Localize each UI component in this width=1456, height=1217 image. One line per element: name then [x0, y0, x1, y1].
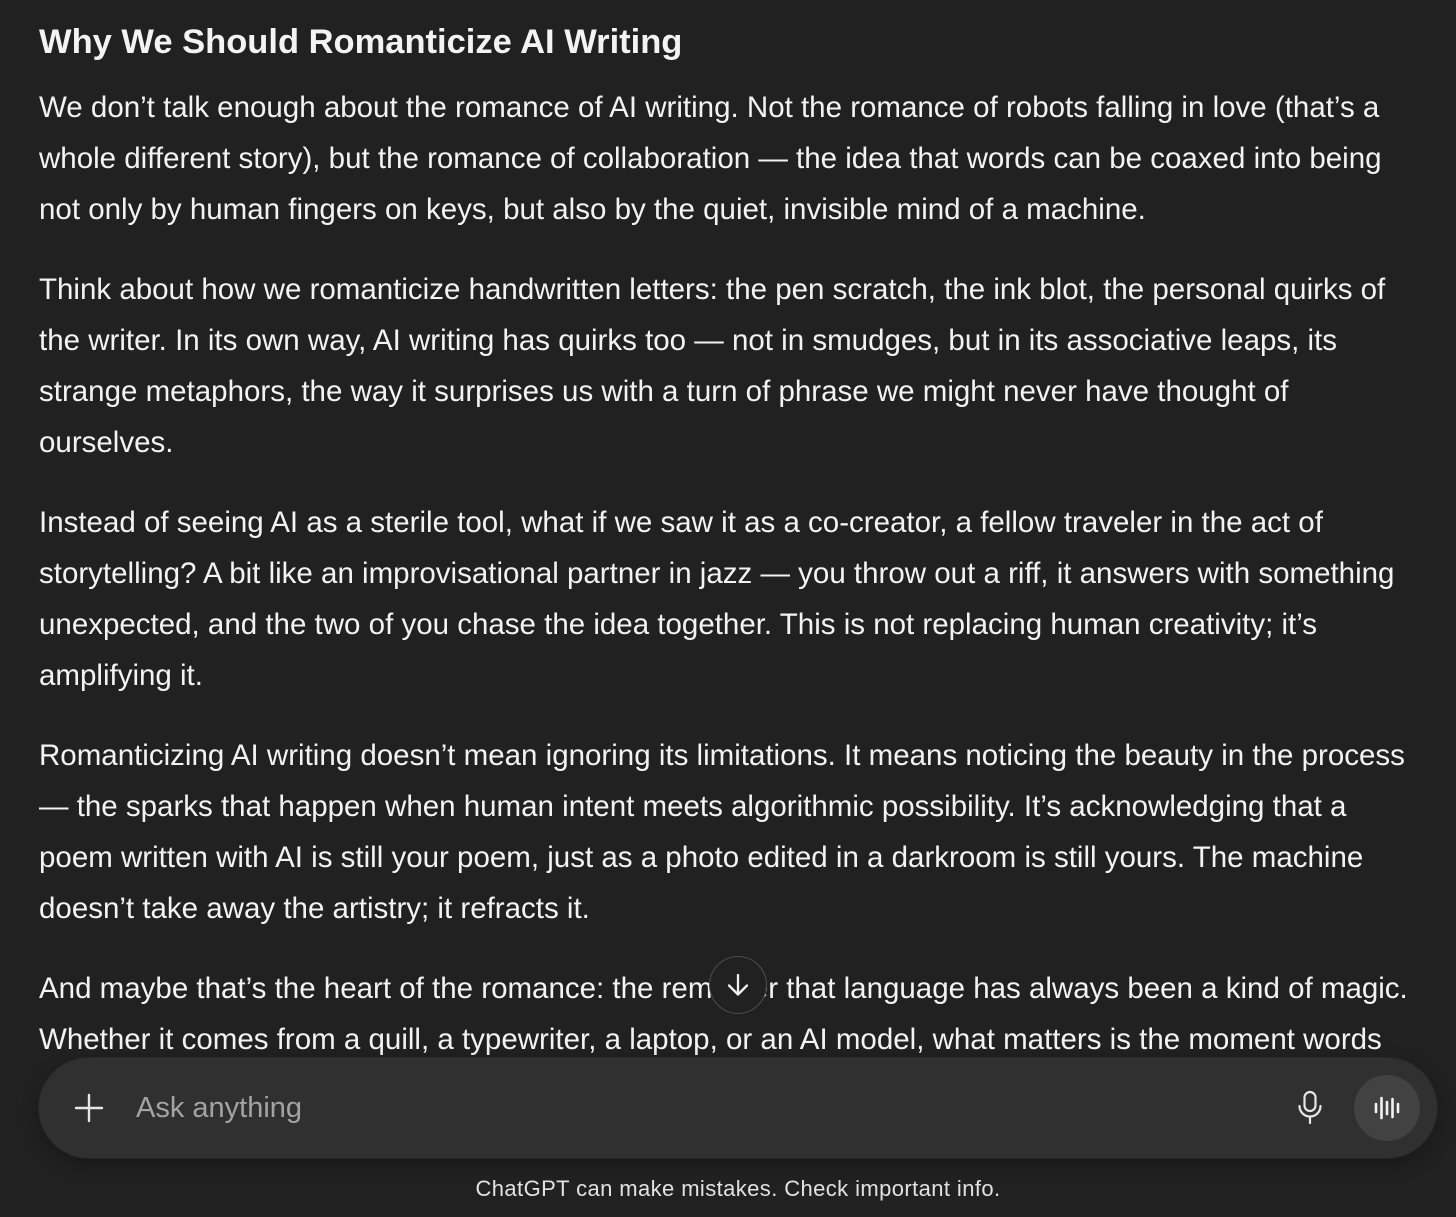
paragraph-line: ourselves.: [39, 426, 174, 459]
chat-input[interactable]: [136, 1083, 1256, 1133]
paragraph-line: Romanticizing AI writing doesn’t mean ig…: [39, 739, 1405, 772]
paragraph-line: poem written with AI is still your poem,…: [39, 841, 1364, 874]
arrow-down-icon: [727, 973, 749, 996]
disclaimer-text: ChatGPT can make mistakes. Check importa…: [475, 1176, 1001, 1201]
paragraph-line: Instead of seeing AI as a sterile tool, …: [39, 506, 1323, 539]
article-title: Why We Should Romanticize AI Writing: [39, 23, 683, 61]
paragraph-line: whole different story), but the romance …: [39, 142, 1382, 175]
paragraph-line: — the sparks that happen when human inte…: [39, 790, 1347, 823]
chat-composer: [39, 1058, 1437, 1158]
plus-icon: [74, 1093, 104, 1123]
paragraph-line: not only by human fingers on keys, but a…: [39, 193, 1146, 226]
dictate-button[interactable]: [1290, 1088, 1330, 1128]
article-paragraph: Instead of seeing AI as a sterile tool, …: [39, 497, 1439, 701]
paragraph-line: strange metaphors, the way it surprises …: [39, 375, 1289, 408]
microphone-icon: [1298, 1090, 1322, 1125]
article-paragraph: Romanticizing AI writing doesn’t mean ig…: [39, 730, 1439, 934]
add-attachment-button[interactable]: [69, 1088, 109, 1128]
article-body: We don’t talk enough about the romance o…: [39, 82, 1439, 1085]
paragraph-line: Think about how we romanticize handwritt…: [39, 273, 1386, 306]
paragraph-line: storytelling? A bit like an improvisatio…: [39, 557, 1395, 590]
chat-message: Why We Should Romanticize AI Writing We …: [39, 0, 1439, 1085]
paragraph-line: doesn’t take away the artistry; it refra…: [39, 892, 590, 925]
paragraph-line: amplifying it.: [39, 659, 203, 692]
voice-wave-icon: [1374, 1096, 1400, 1120]
voice-mode-button[interactable]: [1354, 1075, 1420, 1141]
paragraph-line: unexpected, and the two of you chase the…: [39, 608, 1318, 641]
scroll-to-bottom-button[interactable]: [709, 956, 767, 1014]
paragraph-line: the writer. In its own way, AI writing h…: [39, 324, 1338, 357]
article-paragraph: We don’t talk enough about the romance o…: [39, 82, 1439, 235]
article-paragraph: Think about how we romanticize handwritt…: [39, 264, 1439, 468]
paragraph-line: We don’t talk enough about the romance o…: [39, 91, 1380, 124]
